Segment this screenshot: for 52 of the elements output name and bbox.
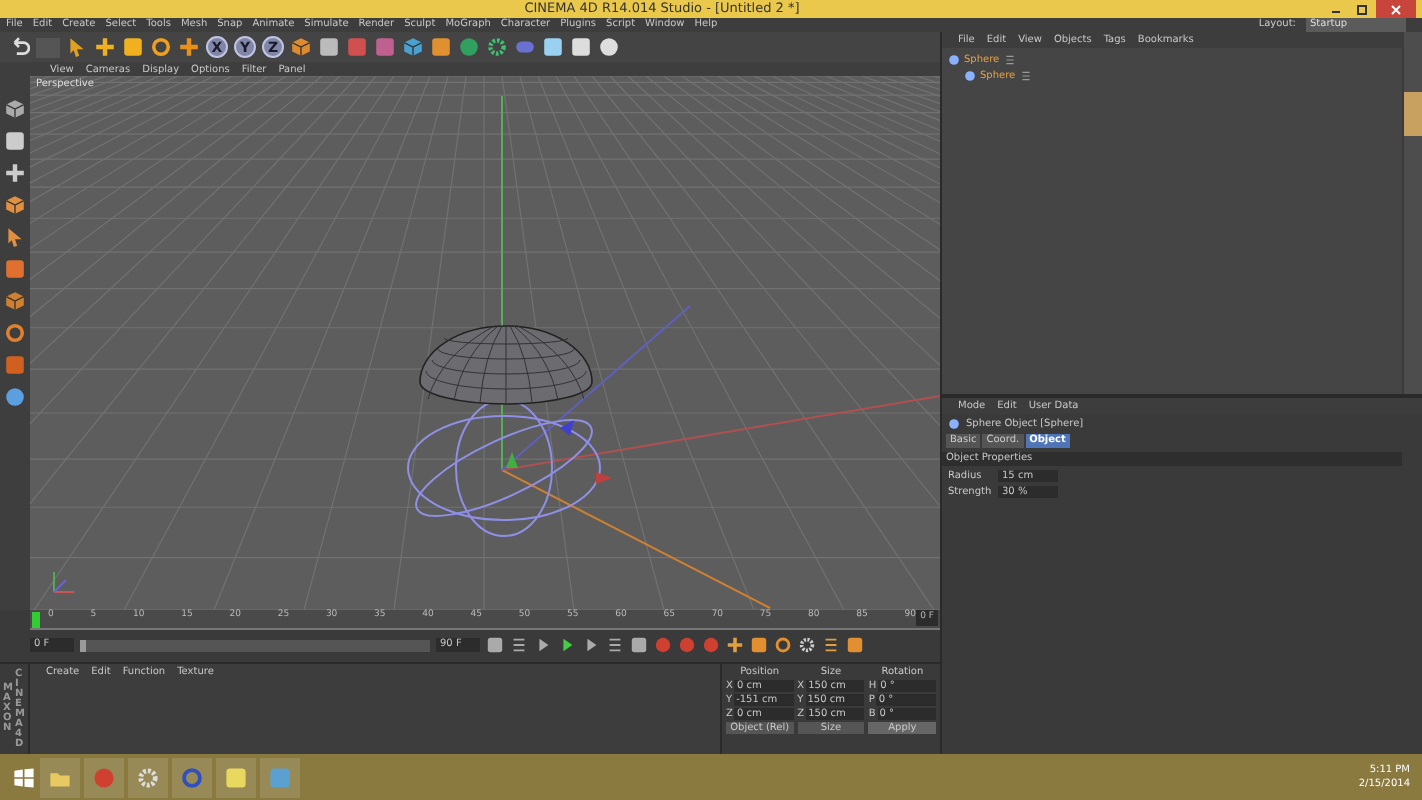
square-icon[interactable] [486,636,504,654]
circle-icon[interactable] [458,36,480,58]
lines-icon [1019,70,1032,82]
square-icon [268,765,292,789]
cube-icon[interactable] [4,98,26,120]
cube-icon[interactable] [4,194,26,216]
lines-icon [1003,54,1016,66]
square-icon[interactable] [430,36,452,58]
circle-icon [92,765,116,789]
windows-icon[interactable] [12,765,36,789]
square-icon[interactable] [846,636,864,654]
undo-icon[interactable] [8,36,30,58]
plus-icon[interactable] [726,636,744,654]
arrow-icon[interactable] [4,226,26,248]
cube-icon[interactable] [402,36,424,58]
circle-icon [948,54,960,66]
taskbar-button[interactable] [40,757,80,797]
ring-icon[interactable] [4,322,26,344]
square-icon[interactable] [318,36,340,58]
lines-icon[interactable] [822,636,840,654]
circle-icon[interactable] [598,36,620,58]
plus-icon[interactable] [4,162,26,184]
square-icon[interactable] [122,36,144,58]
taskbar-button[interactable] [128,757,168,797]
maximize-icon [1356,3,1368,15]
cube-icon[interactable] [4,290,26,312]
square-icon[interactable] [542,36,564,58]
ring-icon [180,765,204,789]
square-icon[interactable] [4,258,26,280]
ring-icon[interactable] [774,636,792,654]
square-icon[interactable] [570,36,592,58]
square-icon[interactable] [630,636,648,654]
side-tab-strip[interactable] [1404,32,1422,394]
square-icon [224,765,248,789]
ring-icon[interactable] [150,36,172,58]
close-button[interactable] [1376,0,1416,18]
plus-icon[interactable] [178,36,200,58]
circle-icon [964,70,976,82]
square-icon[interactable] [750,636,768,654]
cube-icon[interactable] [290,36,312,58]
plus-icon[interactable] [94,36,116,58]
arrow-icon[interactable] [66,36,88,58]
circle-icon[interactable] [4,386,26,408]
circle-icon [948,418,960,430]
axis-indicator-icon [53,571,75,593]
range-slider[interactable] [80,639,430,651]
lines-icon[interactable] [606,636,624,654]
close-icon [1390,3,1402,15]
lines-icon[interactable] [510,636,528,654]
frame-marker[interactable] [32,612,40,628]
square-icon[interactable] [4,130,26,152]
taskbar-button[interactable] [216,757,256,797]
